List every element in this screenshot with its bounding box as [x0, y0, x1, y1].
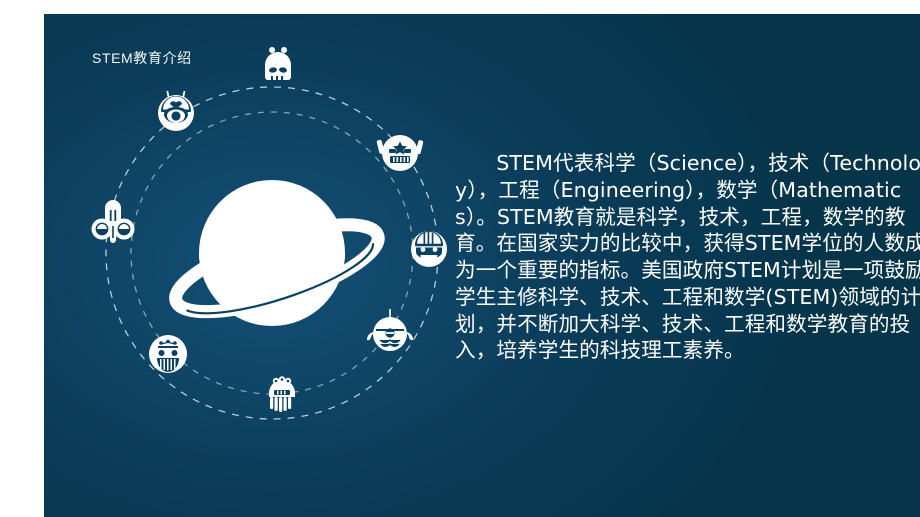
astronaut-helmet-icon	[158, 90, 194, 131]
outer-orbit-ring	[105, 86, 439, 420]
page-title: STEM教育介绍	[92, 50, 192, 66]
inner-orbit-ring	[130, 111, 414, 395]
saturn-planet-icon	[169, 180, 385, 326]
robot-star-face-icon	[376, 135, 424, 171]
body-paragraph: STEM代表科学（Science），技术（Technology），工程（Engi…	[455, 151, 920, 363]
stormtrooper-helmet-icon	[91, 200, 135, 243]
slide-panel: STEM教育介绍 STEM代表科学（Science），技术（Technology…	[44, 14, 920, 517]
alien-head-icon	[265, 47, 291, 80]
round-robot-icon	[367, 309, 413, 351]
slide-canvas: STEM教育介绍 STEM代表科学（Science），技术（Technology…	[0, 0, 920, 517]
robot-grill-face-icon	[149, 335, 187, 373]
octopus-alien-icon	[269, 376, 295, 412]
visor-helmet-face-icon	[411, 231, 447, 267]
